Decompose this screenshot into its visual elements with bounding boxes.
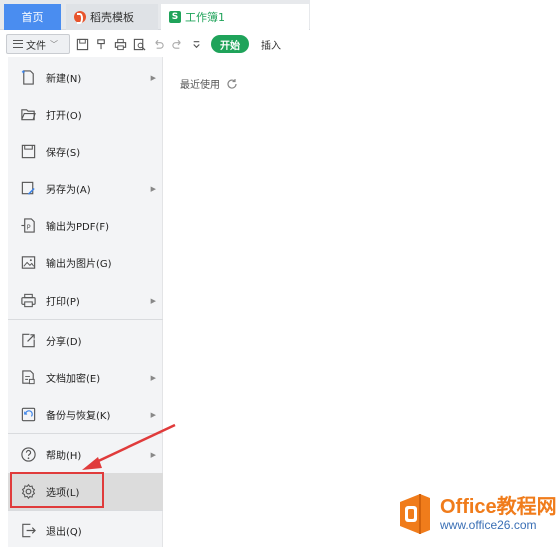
menu-item-label: 帮助(H)	[46, 451, 82, 462]
tab-bar: 首页 稻壳模板 S 工作簿1	[0, 0, 310, 30]
docer-logo-icon	[74, 11, 86, 24]
menu-item-export-image[interactable]: 输出为图片(G)	[8, 244, 163, 281]
file-menu-label: 文件	[26, 40, 46, 52]
red-arrow-icon	[82, 423, 176, 470]
watermark-title: Office教程网	[440, 496, 557, 518]
recent-section-title: 最近使用	[180, 76, 238, 91]
format-painter-icon[interactable]	[94, 37, 108, 51]
export-pdf-icon: P	[19, 217, 37, 235]
tab-start[interactable]: 开始	[211, 35, 249, 53]
watermark-url: www.office26.com	[440, 518, 537, 532]
menu-item-new[interactable]: 新建(N) ▶	[8, 59, 163, 96]
recent-label: 最近使用	[180, 80, 220, 91]
menu-item-print[interactable]: 打印(P) ▶	[8, 282, 163, 319]
undo-icon[interactable]	[151, 37, 165, 51]
folder-open-icon	[19, 106, 37, 124]
menu-item-label: 另存为(A)	[46, 185, 91, 196]
menu-item-label: 新建(N)	[46, 74, 82, 85]
menu-item-open[interactable]: 打开(O)	[8, 96, 163, 133]
menu-item-label: 保存(S)	[46, 148, 81, 159]
menu-item-label: 输出为PDF(F)	[46, 222, 110, 233]
tab-insert[interactable]: 插入	[261, 37, 281, 52]
tab-home[interactable]: 首页	[4, 4, 61, 30]
tab-home-label: 首页	[21, 11, 44, 24]
save-icon[interactable]	[75, 37, 89, 51]
menu-item-save[interactable]: 保存(S)	[8, 133, 163, 170]
refresh-icon[interactable]	[226, 78, 238, 90]
menu-item-label: 打印(P)	[46, 297, 80, 308]
menu-item-encrypt[interactable]: 文档加密(E) ▶	[8, 359, 163, 396]
print-icon[interactable]	[113, 37, 127, 51]
submenu-arrow-icon: ▶	[150, 410, 156, 419]
share-icon	[19, 332, 37, 350]
print-preview-icon[interactable]	[132, 37, 146, 51]
tab-template[interactable]: 稻壳模板	[66, 4, 158, 30]
tab-template-label: 稻壳模板	[90, 11, 134, 24]
submenu-arrow-icon: ▶	[150, 296, 156, 305]
menu-item-label: 退出(Q)	[46, 527, 82, 538]
file-menu-button[interactable]: 文件 ﹀	[6, 34, 70, 54]
exit-icon	[19, 522, 37, 540]
tab-workbook[interactable]: S 工作簿1	[161, 4, 309, 30]
menu-item-exit[interactable]: 退出(Q)	[8, 512, 163, 547]
menu-item-save-as[interactable]: 另存为(A) ▶	[8, 170, 163, 207]
submenu-arrow-icon: ▶	[150, 184, 156, 193]
menu-item-label: 输出为图片(G)	[46, 259, 112, 270]
spreadsheet-icon: S	[169, 11, 181, 23]
menu-item-export-pdf[interactable]: P 输出为PDF(F)	[8, 207, 163, 244]
save-as-icon	[19, 180, 37, 198]
help-icon	[19, 446, 37, 464]
quick-toolbar: 文件 ﹀ 开始 插入	[0, 31, 310, 57]
tab-workbook-label: 工作簿1	[185, 11, 225, 24]
menu-item-label: 分享(D)	[46, 337, 82, 348]
menu-item-share[interactable]: 分享(D)	[8, 322, 163, 359]
watermark: Office教程网 www.office26.com	[396, 492, 557, 536]
menu-item-label: 打开(O)	[46, 111, 82, 122]
export-image-icon	[19, 254, 37, 272]
menu-divider	[8, 319, 163, 320]
print-icon	[19, 292, 37, 310]
highlight-box	[10, 472, 104, 508]
encrypt-icon	[19, 369, 37, 387]
customize-toolbar-icon[interactable]	[189, 37, 203, 51]
submenu-arrow-icon: ▶	[150, 73, 156, 82]
chevron-down-icon: ﹀	[50, 39, 58, 49]
backup-icon	[19, 406, 37, 424]
save-icon	[19, 143, 37, 161]
office-logo-icon	[400, 494, 430, 534]
hamburger-icon	[13, 40, 23, 48]
menu-divider	[8, 510, 163, 511]
submenu-arrow-icon: ▶	[150, 373, 156, 382]
svg-text:P: P	[26, 223, 30, 231]
redo-icon[interactable]	[170, 37, 184, 51]
menu-item-label: 文档加密(E)	[46, 374, 101, 385]
new-file-icon	[19, 69, 37, 87]
